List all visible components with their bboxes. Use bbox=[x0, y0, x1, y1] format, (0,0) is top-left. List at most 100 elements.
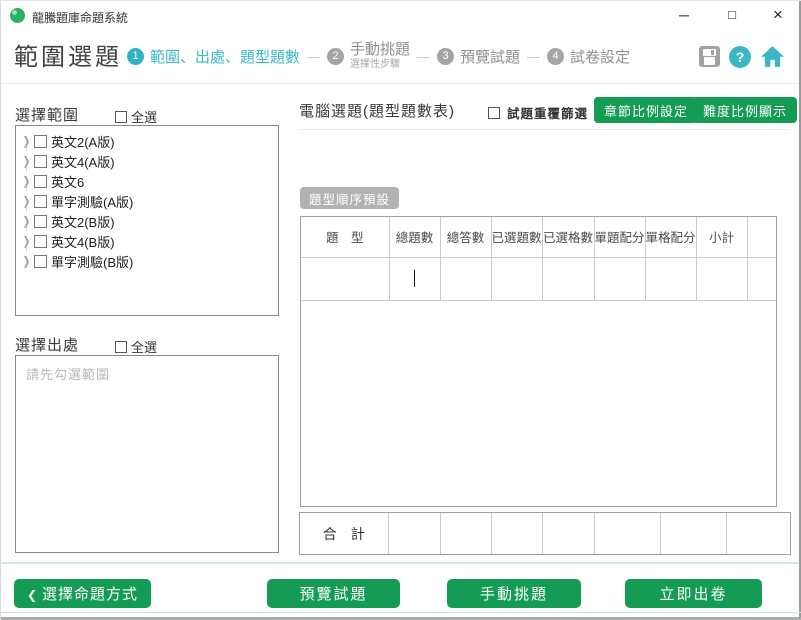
source-select-all-label: 全選 bbox=[131, 337, 157, 356]
manual-pick-button[interactable]: 手動挑題 bbox=[447, 579, 581, 608]
app-window: 龍騰題庫命題系統 ─ □ × 範圍選題 1 範圍、出處、題型題數 — 2 手動挑… bbox=[0, 0, 801, 620]
cell-question-type[interactable] bbox=[301, 257, 389, 300]
tree-item-eng4b[interactable]: ❯ 英文4(B版) bbox=[20, 231, 274, 251]
cell-points-per-question[interactable] bbox=[594, 257, 645, 300]
cell-selected-blanks[interactable] bbox=[542, 257, 594, 300]
total-row-table: 合 計 bbox=[299, 512, 791, 555]
cell-total-answers[interactable] bbox=[440, 257, 491, 300]
col-selected-questions: 已選題數 bbox=[491, 217, 542, 257]
checkbox[interactable] bbox=[34, 195, 47, 208]
cell-total-questions[interactable] bbox=[389, 257, 440, 300]
step-3-preview: 3 預覽試題 bbox=[437, 46, 520, 67]
step-indicator: 1 範圍、出處、題型題數 — 2 手動挑題 選擇性步驟 — 3 預覽試題 — 4… bbox=[127, 39, 630, 73]
total-label: 合 計 bbox=[300, 513, 388, 554]
source-select-all[interactable]: 全選 bbox=[115, 337, 157, 356]
col-empty bbox=[747, 217, 776, 257]
tree-item-eng4a[interactable]: ❯ 英文4(A版) bbox=[20, 151, 274, 171]
checkbox[interactable] bbox=[34, 235, 47, 248]
minimize-button[interactable]: ─ bbox=[667, 1, 701, 29]
total-cell bbox=[388, 513, 440, 554]
checkbox[interactable] bbox=[34, 155, 47, 168]
chapter-ratio-button[interactable]: 章節比例設定 bbox=[594, 97, 698, 123]
preview-questions-button[interactable]: 預覽試題 bbox=[267, 579, 400, 608]
step-4-paper-settings: 4 試卷設定 bbox=[547, 46, 630, 67]
total-cell bbox=[440, 513, 491, 554]
cell-subtotal[interactable] bbox=[696, 257, 747, 300]
range-section-title: 選擇範圍 bbox=[15, 104, 79, 125]
chevron-left-icon: ❮ bbox=[27, 588, 38, 602]
checkbox[interactable] bbox=[34, 215, 47, 228]
save-icon-slot bbox=[711, 50, 714, 55]
chevron-right-icon[interactable]: ❯ bbox=[20, 134, 33, 148]
home-icon[interactable] bbox=[760, 45, 785, 68]
col-question-type: 題 型 bbox=[301, 217, 389, 257]
duplicate-filter-label: 試題重覆篩選 bbox=[507, 103, 588, 122]
range-tree-panel: ❯ 英文2(A版) ❯ 英文4(A版) ❯ 英文6 ❯ 單字測驗(A版) ❯ 英… bbox=[15, 125, 279, 316]
back-to-method-button[interactable]: ❮選擇命題方式 bbox=[14, 579, 151, 608]
window-title: 龍騰題庫命題系統 bbox=[32, 9, 128, 26]
step-1-range: 1 範圍、出處、題型題數 bbox=[127, 46, 300, 67]
total-cell bbox=[660, 513, 726, 554]
cell-empty[interactable] bbox=[747, 257, 776, 300]
header-icons: ? bbox=[699, 45, 785, 68]
total-cell bbox=[542, 513, 594, 554]
computer-select-title: 電腦選題(題型題數表) bbox=[299, 100, 455, 121]
chevron-right-icon[interactable]: ❯ bbox=[20, 174, 33, 188]
table-row[interactable] bbox=[301, 257, 776, 300]
chevron-right-icon[interactable]: ❯ bbox=[20, 254, 33, 268]
col-total-answers: 總答數 bbox=[440, 217, 491, 257]
total-row: 合 計 bbox=[300, 513, 790, 554]
checkbox[interactable] bbox=[34, 175, 47, 188]
total-cell bbox=[594, 513, 660, 554]
window-bottom-highlight bbox=[1, 612, 801, 613]
step-4-badge: 4 bbox=[547, 48, 564, 65]
tree-item-eng2b[interactable]: ❯ 英文2(B版) bbox=[20, 211, 274, 231]
tree-item-eng2a[interactable]: ❯ 英文2(A版) bbox=[20, 131, 274, 151]
tree-item-vocab-b[interactable]: ❯ 單字測驗(B版) bbox=[20, 251, 274, 271]
chevron-right-icon[interactable]: ❯ bbox=[20, 214, 33, 228]
cell-selected-questions[interactable] bbox=[491, 257, 542, 300]
step-2-badge: 2 bbox=[327, 48, 344, 65]
step-3-badge: 3 bbox=[437, 48, 454, 65]
difficulty-ratio-button[interactable]: 難度比例顯示 bbox=[693, 97, 797, 123]
col-total-questions: 總題數 bbox=[389, 217, 440, 257]
close-button[interactable]: × bbox=[761, 1, 795, 29]
step-separator: — bbox=[527, 49, 540, 64]
tree-item-eng6[interactable]: ❯ 英文6 bbox=[20, 171, 274, 191]
source-panel: 請先勾選範圍 bbox=[15, 355, 279, 553]
range-select-all-label: 全選 bbox=[131, 107, 157, 126]
footer-divider bbox=[1, 562, 801, 564]
checkbox[interactable] bbox=[34, 255, 47, 268]
question-type-table: 題 型 總題數 總答數 已選題數 已選格數 單題配分 單格配分 小計 bbox=[300, 216, 777, 507]
step-1-badge: 1 bbox=[127, 48, 144, 65]
generate-paper-button[interactable]: 立即出卷 bbox=[625, 579, 762, 608]
text-caret bbox=[414, 270, 416, 287]
duplicate-filter-checkbox[interactable] bbox=[488, 107, 500, 119]
col-points-per-question: 單題配分 bbox=[594, 217, 645, 257]
total-cell bbox=[491, 513, 542, 554]
chevron-right-icon[interactable]: ❯ bbox=[20, 154, 33, 168]
checkbox[interactable] bbox=[34, 135, 47, 148]
right-panel-divider bbox=[299, 129, 787, 130]
question-order-default-button[interactable]: 題型順序預設 bbox=[300, 187, 399, 209]
col-subtotal: 小計 bbox=[696, 217, 747, 257]
tree-item-vocab-a[interactable]: ❯ 單字測驗(A版) bbox=[20, 191, 274, 211]
source-section-title: 選擇出處 bbox=[15, 334, 79, 355]
source-select-all-checkbox[interactable] bbox=[115, 341, 127, 353]
col-selected-blanks: 已選格數 bbox=[542, 217, 594, 257]
source-placeholder: 請先勾選範圍 bbox=[26, 364, 268, 383]
range-select-all-checkbox[interactable] bbox=[115, 111, 127, 123]
step-2-sublabel: 選擇性步驟 bbox=[350, 59, 410, 70]
col-points-per-blank: 單格配分 bbox=[645, 217, 696, 257]
range-select-all[interactable]: 全選 bbox=[115, 107, 157, 126]
help-icon[interactable]: ? bbox=[729, 46, 751, 68]
save-icon[interactable] bbox=[699, 46, 720, 67]
header-divider bbox=[1, 83, 801, 84]
app-logo-icon bbox=[10, 8, 25, 23]
chevron-right-icon[interactable]: ❯ bbox=[20, 194, 33, 208]
total-cell bbox=[726, 513, 790, 554]
chevron-right-icon[interactable]: ❯ bbox=[20, 234, 33, 248]
maximize-button[interactable]: □ bbox=[715, 1, 749, 29]
duplicate-filter[interactable]: 試題重覆篩選 bbox=[488, 103, 588, 122]
cell-points-per-blank[interactable] bbox=[645, 257, 696, 300]
